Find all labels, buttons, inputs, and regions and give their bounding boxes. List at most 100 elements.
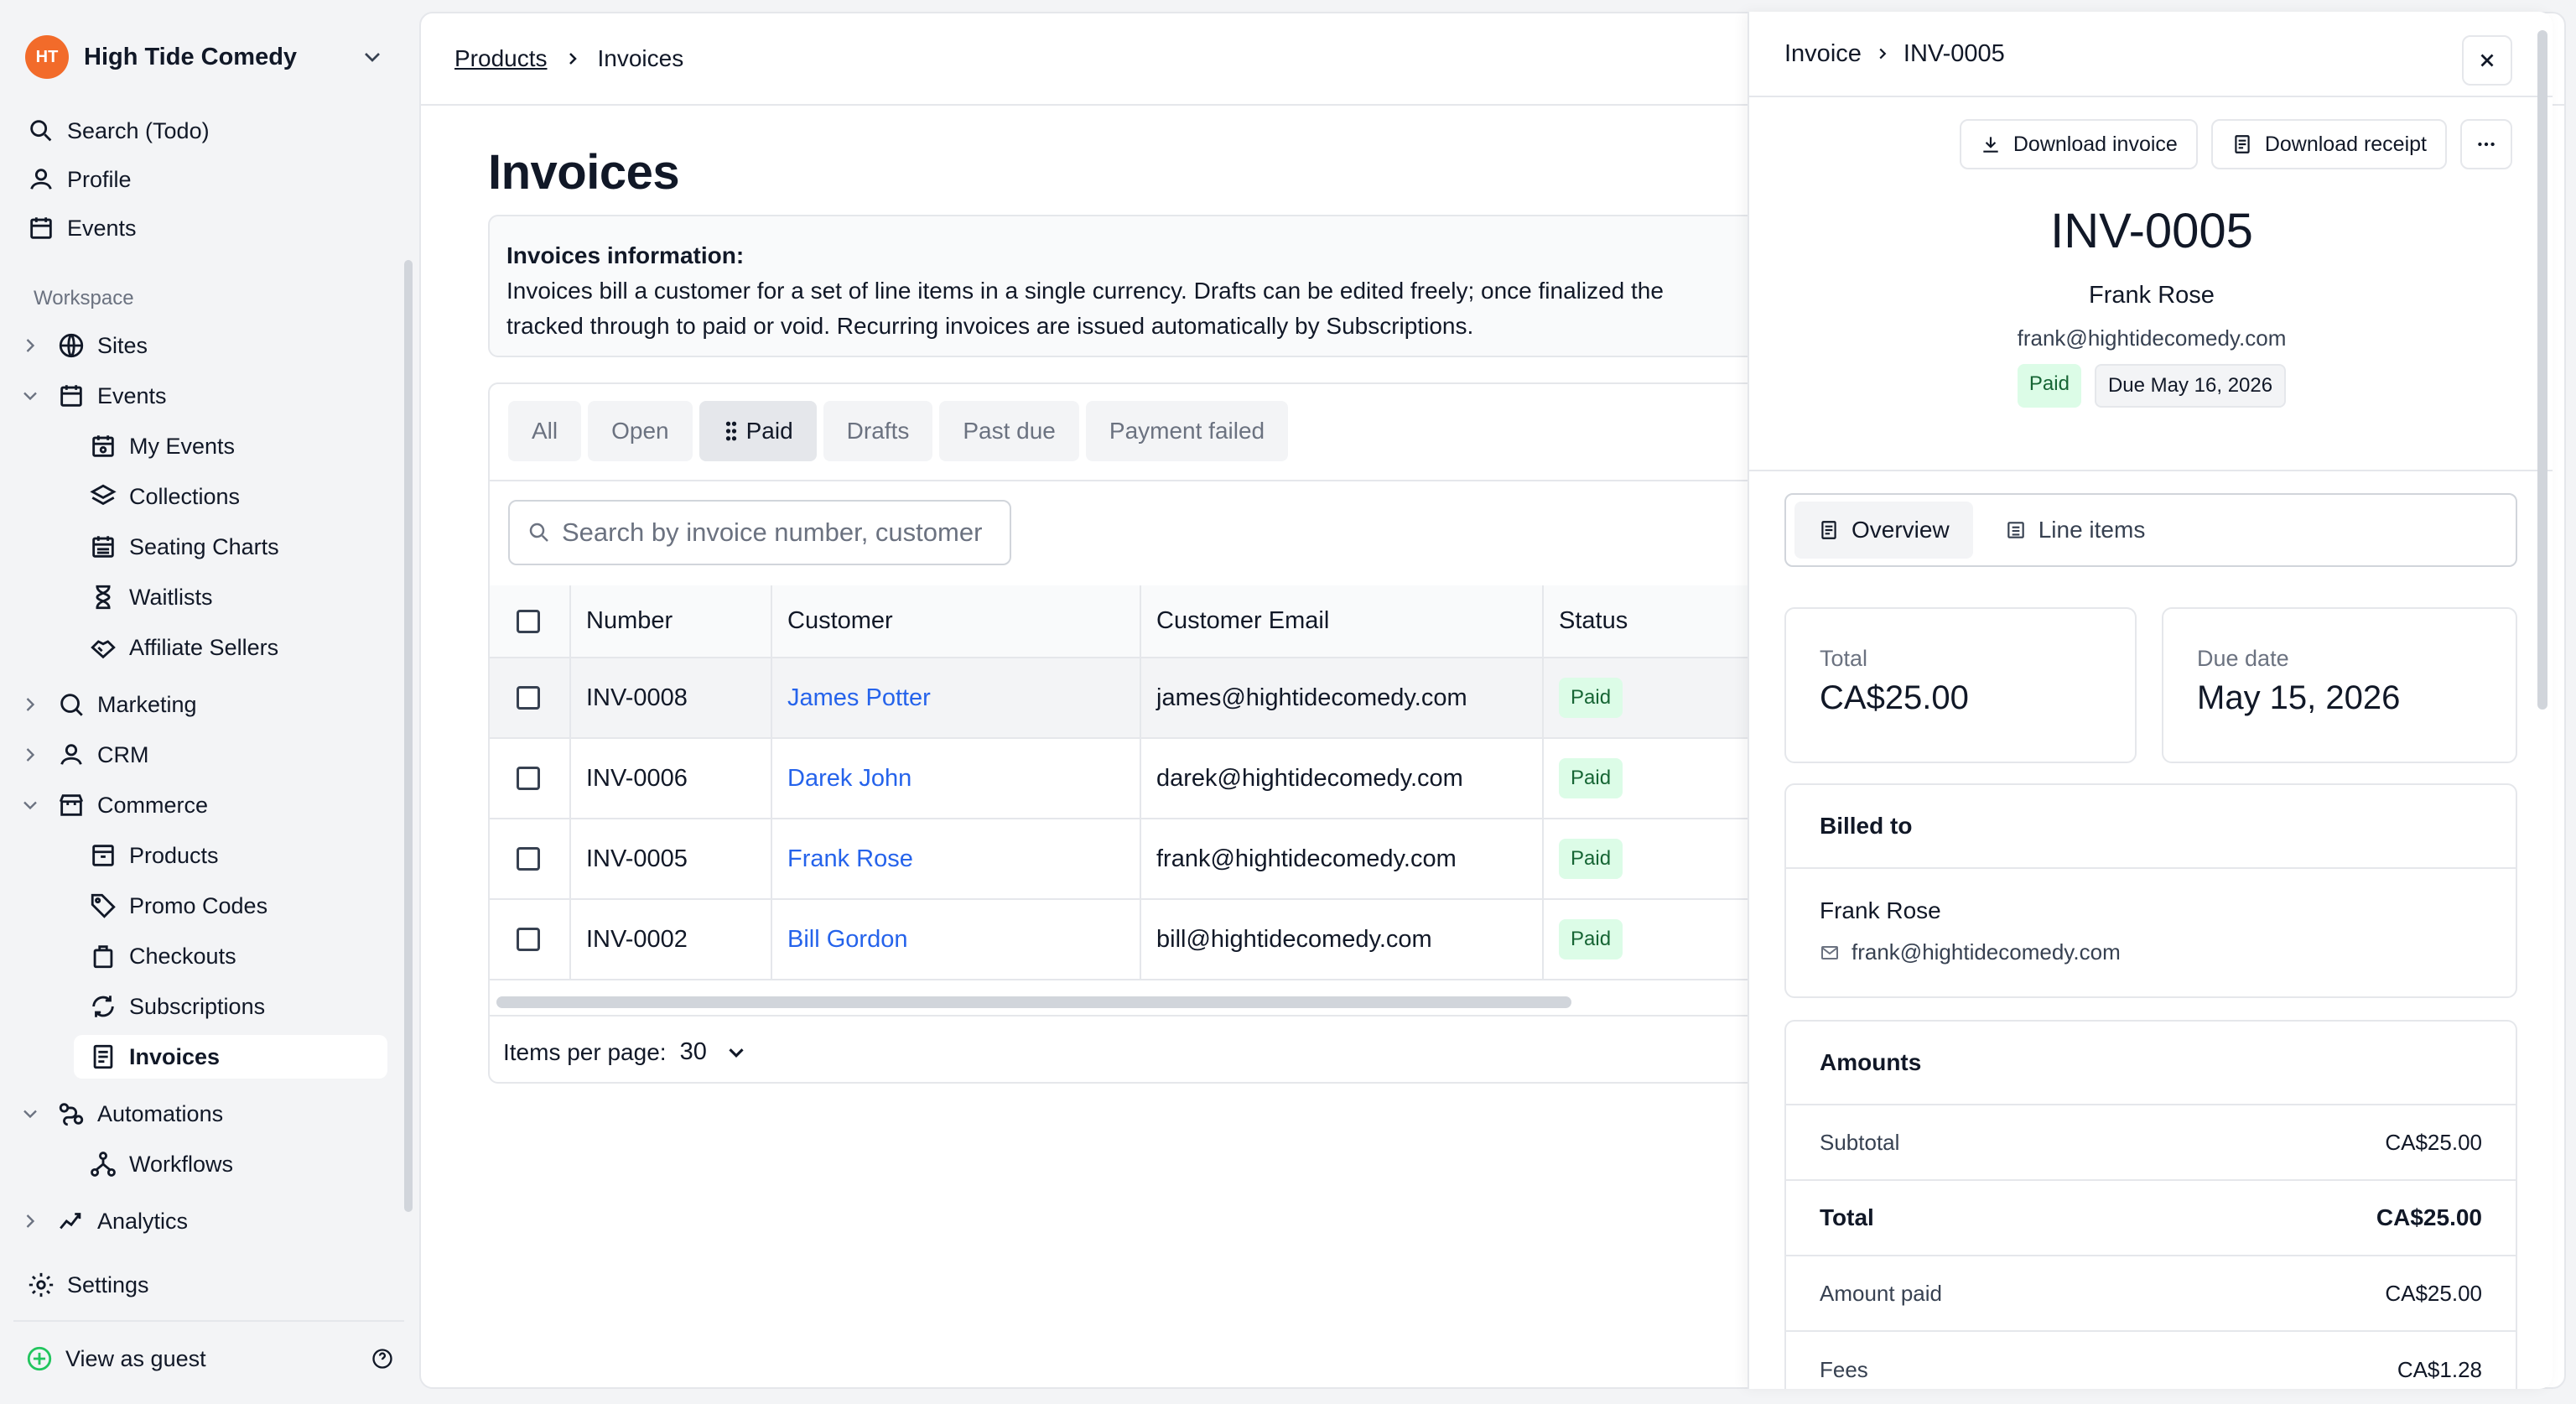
sidebar-item-crm[interactable]: CRM <box>18 733 396 777</box>
download-invoice-button[interactable]: Download invoice <box>1959 119 2198 169</box>
sidebar-item-settings[interactable]: Settings <box>27 1263 396 1307</box>
row-select[interactable] <box>490 658 571 739</box>
customer-link[interactable]: Bill Gordon <box>787 926 907 953</box>
more-actions-button[interactable] <box>2460 119 2512 169</box>
table-row[interactable]: INV-0005 Frank Rose frank@hightidecomedy… <box>490 819 1828 900</box>
row-select[interactable] <box>490 738 571 819</box>
customer-link[interactable]: Darek John <box>787 765 911 792</box>
tab-overview[interactable]: Overview <box>1794 502 1973 559</box>
row-select[interactable] <box>490 819 571 900</box>
table-row[interactable]: INV-0002 Bill Gordon bill@hightidecomedy… <box>490 899 1828 980</box>
sidebar-item-sites[interactable]: Sites <box>18 324 396 367</box>
row-checkbox[interactable] <box>517 767 540 790</box>
view-as-guest-button[interactable]: View as guest <box>25 1337 394 1381</box>
sidebar-item-label: Seating Charts <box>129 533 279 559</box>
gear-icon <box>29 1272 54 1297</box>
chart-icon <box>60 1213 81 1230</box>
due-date-chip: Due May 16, 2026 <box>2094 364 2287 408</box>
sidebar-item-automations[interactable]: Automations <box>18 1092 396 1136</box>
tab-past-due[interactable]: Past due <box>939 401 1079 461</box>
header-customer-email[interactable]: Customer Email <box>1140 585 1544 658</box>
cell-number: INV-0006 <box>570 738 772 819</box>
drawer-tabs: Overview Line items <box>1784 493 2517 567</box>
row-select[interactable] <box>490 899 571 980</box>
sidebar-item-marketing[interactable]: Marketing <box>18 683 396 726</box>
header-customer[interactable]: Customer <box>771 585 1141 658</box>
sidebar-item-collections[interactable]: Collections <box>89 475 387 518</box>
close-drawer-button[interactable] <box>2462 35 2512 86</box>
search-box <box>508 500 1011 565</box>
invoice-detail-drawer: Invoice INV-0005 Download invoice Downlo… <box>1748 12 2553 1389</box>
tab-payment-failed[interactable]: Payment failed <box>1085 401 1289 461</box>
chevron-right-icon <box>26 748 35 762</box>
tag-icon <box>91 893 116 918</box>
drawer-scrollbar[interactable] <box>2537 30 2547 710</box>
sidebar-item-waitlists[interactable]: Waitlists <box>89 575 387 619</box>
sidebar-item-label: Settings <box>67 1271 149 1297</box>
tab-label: Paid <box>745 418 793 444</box>
drawer-crumb-current: INV-0005 <box>1903 39 2005 67</box>
sidebar-scrollbar[interactable] <box>404 260 413 1212</box>
sidebar-item-affiliate-sellers[interactable]: Affiliate Sellers <box>89 626 387 669</box>
chevron-down-icon[interactable] <box>724 1040 749 1065</box>
chevron-right-icon <box>26 1214 35 1228</box>
workspace-label: Workspace <box>34 287 134 309</box>
row-checkbox[interactable] <box>517 686 540 710</box>
sidebar-item-products[interactable]: Products <box>89 834 387 877</box>
chevron-right-icon <box>26 339 35 352</box>
sidebar-item-checkouts[interactable]: Checkouts <box>89 934 387 978</box>
row-checkbox[interactable] <box>517 928 540 951</box>
tab-paid[interactable]: Paid <box>699 401 817 461</box>
sidebar-item-label: Marketing <box>97 691 197 717</box>
tab-all[interactable]: All <box>508 401 582 461</box>
list-icon <box>2007 522 2024 538</box>
download-receipt-button[interactable]: Download receipt <box>2210 119 2447 169</box>
invoice-customer-email: frank@hightidecomedy.com <box>2017 325 2287 351</box>
sidebar-item-seating-charts[interactable]: Seating Charts <box>89 525 387 569</box>
search-input[interactable] <box>562 517 989 548</box>
drag-handle-icon[interactable] <box>723 419 740 443</box>
row-checkbox[interactable] <box>517 847 540 871</box>
sidebar-item-profile[interactable]: Profile <box>27 158 396 201</box>
table-row[interactable]: INV-0008 James Potter james@hightidecome… <box>490 658 1828 739</box>
header-select-all[interactable] <box>490 585 571 658</box>
header-number[interactable]: Number <box>570 585 772 658</box>
org-switcher[interactable]: HT High Tide Comedy <box>25 30 394 84</box>
billed-to-title: Billed to <box>1786 785 2516 869</box>
cell-customer: Bill Gordon <box>771 899 1141 980</box>
sidebar-item-my-events[interactable]: My Events <box>89 424 387 468</box>
breadcrumb-products-link[interactable]: Products <box>454 45 548 72</box>
table-row[interactable]: INV-0006 Darek John darek@hightidecomedy… <box>490 738 1828 819</box>
download-receipt-label: Download receipt <box>2264 132 2427 156</box>
sidebar-item-analytics[interactable]: Analytics <box>18 1199 396 1243</box>
sidebar-item-invoices[interactable]: Invoices <box>74 1035 387 1079</box>
items-per-page-value[interactable]: 30 <box>680 1038 707 1066</box>
table-horizontal-scrollbar[interactable] <box>496 996 1571 1008</box>
calendar-star-icon <box>92 435 114 457</box>
tab-open[interactable]: Open <box>588 401 693 461</box>
amount-value: CA$25.00 <box>2385 1129 2482 1155</box>
amounts-title: Amounts <box>1786 1022 2516 1105</box>
select-all-checkbox[interactable] <box>517 609 540 633</box>
sidebar-item-workflows[interactable]: Workflows <box>89 1142 387 1186</box>
customer-link[interactable]: James Potter <box>787 684 931 711</box>
help-icon[interactable] <box>371 1347 394 1370</box>
tab-drafts[interactable]: Drafts <box>823 401 933 461</box>
sidebar-item-subscriptions[interactable]: Subscriptions <box>89 985 387 1028</box>
sidebar-item-events[interactable]: Events <box>18 374 396 418</box>
billed-name: Frank Rose <box>1820 897 1941 923</box>
drawer-crumb-parent[interactable]: Invoice <box>1784 40 1862 68</box>
sidebar-item-commerce[interactable]: Commerce <box>18 783 396 827</box>
tab-line-items[interactable]: Line items <box>1981 502 2169 559</box>
layers-icon <box>90 484 117 506</box>
chevron-right-icon <box>26 698 35 711</box>
more-horizontal-icon <box>2478 142 2495 147</box>
user-icon <box>30 169 52 190</box>
invoices-table: Number Customer Customer Email Status IN… <box>490 585 1828 980</box>
breadcrumb-current: Invoices <box>597 45 684 71</box>
customer-link[interactable]: Frank Rose <box>787 845 913 872</box>
cell-customer: Darek John <box>771 738 1141 819</box>
sidebar-item-events-top[interactable]: Events <box>27 206 396 250</box>
sidebar-item-search[interactable]: Search (Todo) <box>27 109 396 153</box>
sidebar-item-promo-codes[interactable]: Promo Codes <box>89 884 387 928</box>
